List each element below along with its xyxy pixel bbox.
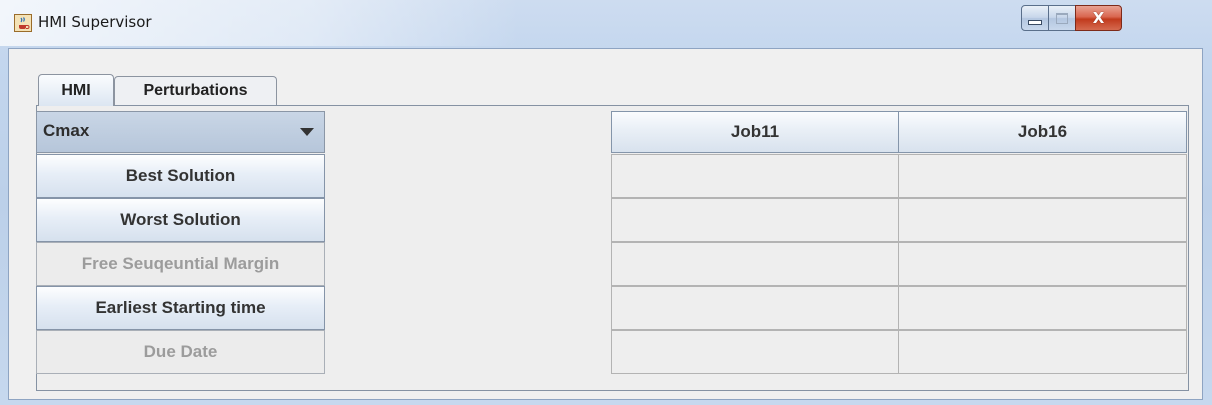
table-cell[interactable] <box>898 198 1187 242</box>
table-cell[interactable] <box>898 154 1187 198</box>
column-header-label: Job11 <box>730 122 780 141</box>
tab-hmi[interactable]: HMI <box>38 74 114 106</box>
app-window: HMI Supervisor X Perturbations HMI Cmax … <box>0 0 1212 405</box>
due-date-button: Due Date <box>36 330 325 374</box>
free-sequential-margin-button: Free Seuqeuntial Margin <box>36 242 325 286</box>
table-cell[interactable] <box>611 154 899 198</box>
column-header-label: Job16 <box>1017 122 1068 141</box>
chevron-down-icon[interactable] <box>300 128 314 136</box>
java-coffee-icon <box>14 14 32 32</box>
earliest-starting-time-button[interactable]: Earliest Starting time <box>36 286 325 330</box>
tab-label: Perturbations <box>143 82 248 99</box>
button-label: Worst Solution <box>120 210 241 229</box>
column-header-job11[interactable]: Job11 <box>611 111 899 153</box>
title-bar[interactable]: HMI Supervisor X <box>0 0 1212 46</box>
column-header-job16[interactable]: Job16 <box>898 111 1187 153</box>
table-cell[interactable] <box>898 242 1187 286</box>
worst-solution-button[interactable]: Worst Solution <box>36 198 325 242</box>
window-title: HMI Supervisor <box>38 13 152 31</box>
dropdown-value: Cmax <box>43 121 90 140</box>
tab-label: HMI <box>61 81 91 99</box>
table-cell[interactable] <box>898 330 1187 374</box>
close-button[interactable]: X <box>1075 5 1122 31</box>
minimize-button[interactable] <box>1021 5 1049 31</box>
button-label: Best Solution <box>125 166 236 185</box>
maximize-button[interactable] <box>1048 5 1076 31</box>
tab-perturbations[interactable]: Perturbations <box>114 76 277 105</box>
best-solution-button[interactable]: Best Solution <box>36 154 325 198</box>
button-label: Earliest Starting time <box>95 298 266 317</box>
table-cell[interactable] <box>611 330 899 374</box>
close-icon: X <box>1092 8 1105 27</box>
table-cell[interactable] <box>611 286 899 330</box>
table-cell[interactable] <box>898 286 1187 330</box>
table-cell[interactable] <box>611 242 899 286</box>
table-cell[interactable] <box>611 198 899 242</box>
minimize-icon <box>1028 19 1042 25</box>
jobs-table: Job11 Job16 <box>611 111 1187 375</box>
window-controls: X <box>1021 5 1181 33</box>
button-label: Due Date <box>143 342 218 361</box>
button-label: Free Seuqeuntial Margin <box>81 254 280 273</box>
criteria-dropdown[interactable]: Cmax <box>36 111 325 153</box>
maximize-icon <box>1056 12 1068 24</box>
